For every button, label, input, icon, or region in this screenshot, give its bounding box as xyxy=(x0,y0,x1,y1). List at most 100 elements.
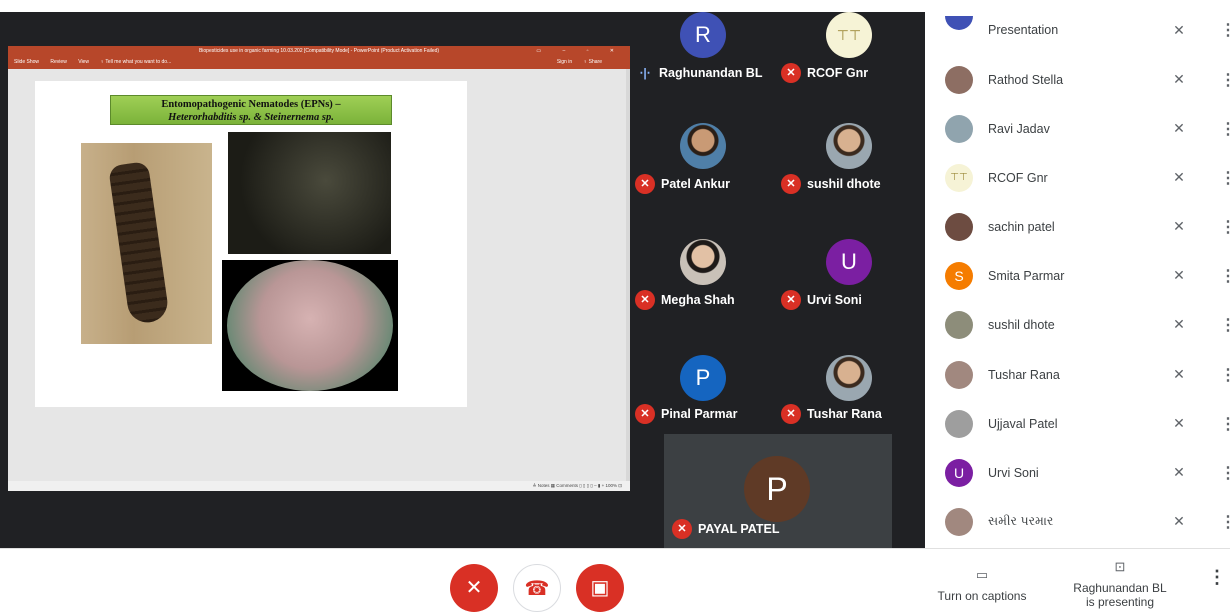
larva-shape xyxy=(108,160,170,326)
avatar xyxy=(945,212,973,241)
meeting-stage: Biopesticides use in organic farming 10.… xyxy=(0,12,925,548)
participant-row[interactable]: U Urvi Soni ✕ ⋮ xyxy=(925,448,1230,497)
mic-muted-icon[interactable]: ✕ xyxy=(1168,22,1190,39)
tile-name: Urvi Soni xyxy=(807,293,862,307)
participant-name: sachin patel xyxy=(988,219,1055,234)
presenting-line1: Raghunandan BL xyxy=(1073,581,1167,595)
tile-name: Megha Shah xyxy=(661,293,735,307)
mic-muted-icon[interactable]: ✕ xyxy=(1168,120,1190,137)
more-options-icon[interactable]: ⋮ xyxy=(1220,119,1230,139)
avatar xyxy=(945,310,973,339)
more-options-icon[interactable]: ⋮ xyxy=(1220,70,1230,90)
ppt-scrollbar[interactable] xyxy=(626,69,630,481)
mic-muted-icon[interactable]: ✕ xyxy=(1168,513,1190,530)
tile-raghunandan[interactable]: R ⋅|⋅ Raghunandan BL xyxy=(631,4,775,114)
tile-patel-ankur[interactable]: ✕ Patel Ankur xyxy=(631,108,775,218)
captions-icon: ▭ xyxy=(975,567,989,582)
participant-name: Smita Parmar xyxy=(988,268,1065,283)
more-options-icon[interactable]: ⋮ xyxy=(1220,512,1230,532)
nematode-microscope-image xyxy=(222,260,398,391)
mic-off-button[interactable]: ✕ xyxy=(450,564,498,612)
call-controls-bar: ✕ ☎ ▣ ▭ Turn on captions ⊡ Raghunandan B… xyxy=(0,548,1230,612)
ppt-tell-me[interactable]: ♀ Tell me what you want to do... xyxy=(100,59,171,65)
ppt-window-controls[interactable]: ▭ – ▫ ✕ xyxy=(536,46,624,56)
tile-name: Patel Ankur xyxy=(661,177,731,191)
mic-off-icon: ✕ xyxy=(635,174,655,194)
speaking-icon: ⋅|⋅ xyxy=(639,66,651,80)
tile-megha[interactable]: ✕ Megha Shah xyxy=(631,224,775,334)
participant-row[interactable]: ⊤⊤ RCOF Gnr ✕ ⋮ xyxy=(925,153,1230,202)
larva-image xyxy=(81,143,212,344)
ppt-menu-review[interactable]: Review xyxy=(50,59,66,65)
participant-row[interactable]: Tushar Rana ✕ ⋮ xyxy=(925,350,1230,399)
tile-rcof[interactable]: ⊤⊤ ✕ RCOF Gnr xyxy=(777,4,921,114)
mic-off-icon: ✕ xyxy=(781,404,801,424)
captions-button[interactable]: ▭ Turn on captions xyxy=(932,567,1032,603)
tile-name: sushil dhote xyxy=(807,177,881,191)
participant-row[interactable]: S Smita Parmar ✕ ⋮ xyxy=(925,251,1230,300)
presenting-status-button[interactable]: ⊡ Raghunandan BL is presenting xyxy=(1065,559,1175,609)
present-screen-icon: ⊡ xyxy=(1114,559,1126,574)
hang-up-button[interactable]: ☎ xyxy=(513,564,561,612)
shared-powerpoint-window: Biopesticides use in organic farming 10.… xyxy=(8,46,630,491)
ppt-share[interactable]: ♀ Share xyxy=(584,59,602,65)
avatar xyxy=(945,16,973,30)
mic-muted-icon[interactable]: ✕ xyxy=(1168,218,1190,235)
microscope-view xyxy=(227,260,393,391)
participant-name: Ujjaval Patel xyxy=(988,416,1058,431)
mic-muted-icon[interactable]: ✕ xyxy=(1168,169,1190,186)
avatar xyxy=(826,355,872,401)
participant-name: Ravi Jadav xyxy=(988,121,1050,136)
participant-row[interactable]: Ujjaval Patel ✕ ⋮ xyxy=(925,399,1230,448)
ppt-sign-in[interactable]: Sign in xyxy=(557,59,572,65)
tile-sushil[interactable]: ✕ sushil dhote xyxy=(777,108,921,218)
mic-muted-icon[interactable]: ✕ xyxy=(1168,415,1190,432)
participant-row[interactable]: સમીર પરમાર ✕ ⋮ xyxy=(925,497,1230,546)
more-options-icon[interactable]: ⋮ xyxy=(1220,414,1230,434)
more-options-icon[interactable]: ⋮ xyxy=(1220,20,1230,40)
avatar xyxy=(945,409,973,438)
mic-muted-icon[interactable]: ✕ xyxy=(1168,464,1190,481)
slide-canvas: Entomopathogenic Nematodes (EPNs) – Hete… xyxy=(35,81,467,407)
presenting-line2: is presenting xyxy=(1085,595,1155,609)
avatar: U xyxy=(826,239,872,285)
camera-off-button[interactable]: ▣ xyxy=(576,564,624,612)
slide-title-line2: Heterorhabditis sp. & Steinernema sp. xyxy=(168,112,334,123)
mic-muted-icon[interactable]: ✕ xyxy=(1168,366,1190,383)
mic-muted-icon[interactable]: ✕ xyxy=(1168,71,1190,88)
avatar: ⊤⊤ xyxy=(945,163,973,192)
mic-off-icon: ✕ xyxy=(465,577,483,599)
ppt-ribbon: Slide Show Review View ♀ Tell me what yo… xyxy=(8,56,630,69)
mic-muted-icon[interactable]: ✕ xyxy=(1168,267,1190,284)
avatar xyxy=(945,65,973,94)
ppt-menu-view[interactable]: View xyxy=(78,59,89,65)
participant-row[interactable]: Rathod Stella ✕ ⋮ xyxy=(925,55,1230,104)
tile-name: RCOF Gnr xyxy=(807,66,869,80)
participant-row[interactable]: sachin patel ✕ ⋮ xyxy=(925,202,1230,251)
more-options-icon[interactable]: ⋮ xyxy=(1220,168,1230,188)
mic-off-icon: ✕ xyxy=(781,63,801,83)
participant-row-partial[interactable]: Presentation ✕ ⋮ xyxy=(925,12,1230,48)
participant-row[interactable]: sushil dhote ✕ ⋮ xyxy=(925,300,1230,349)
hang-up-icon: ☎ xyxy=(524,578,550,600)
ppt-menu-slideshow[interactable]: Slide Show xyxy=(14,59,39,65)
tile-name: Pinal Parmar xyxy=(661,407,738,421)
tile-payal[interactable]: P ✕ PAYAL PATEL xyxy=(664,434,892,548)
participant-row[interactable]: Ravi Jadav ✕ ⋮ xyxy=(925,104,1230,153)
mic-muted-icon[interactable]: ✕ xyxy=(1168,316,1190,333)
participant-name: Rathod Stella xyxy=(988,72,1064,87)
mic-off-icon: ✕ xyxy=(635,290,655,310)
avatar xyxy=(680,239,726,285)
tile-urvi[interactable]: U ✕ Urvi Soni xyxy=(777,224,921,334)
more-options-icon[interactable]: ⋮ xyxy=(1208,567,1226,588)
more-options-icon[interactable]: ⋮ xyxy=(1220,315,1230,335)
more-options-icon[interactable]: ⋮ xyxy=(1220,217,1230,237)
more-options-icon[interactable]: ⋮ xyxy=(1220,266,1230,286)
tile-name: PAYAL PATEL xyxy=(698,522,780,536)
mic-off-icon: ✕ xyxy=(781,290,801,310)
nematode-image-dark xyxy=(228,132,391,254)
avatar: U xyxy=(945,458,973,487)
mic-off-icon: ✕ xyxy=(635,404,655,424)
more-options-icon[interactable]: ⋮ xyxy=(1220,463,1230,483)
more-options-icon[interactable]: ⋮ xyxy=(1220,365,1230,385)
